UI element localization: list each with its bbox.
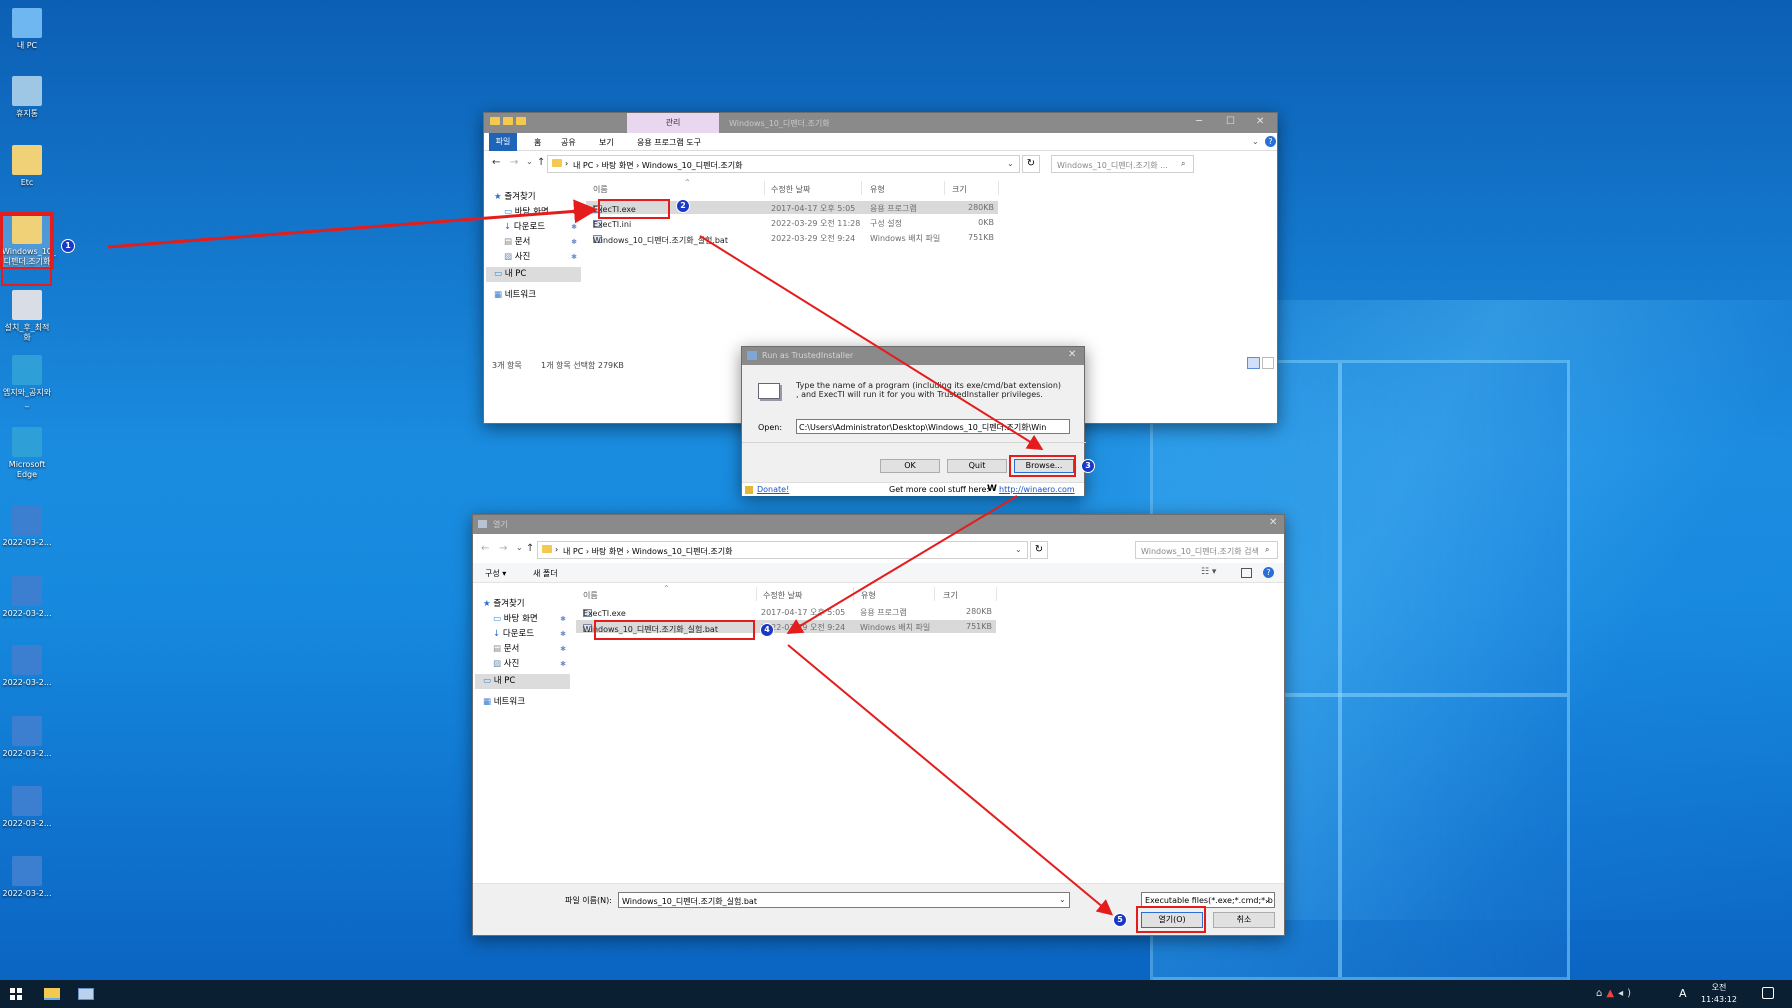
tray-icons: ⌂▲◂) xyxy=(1596,988,1635,999)
arrow-3 xyxy=(786,495,1018,635)
step-badge-5: 5 xyxy=(1113,913,1127,927)
step-badge-2: 2 xyxy=(676,199,690,213)
taskbar: ⌂▲◂) A 오전 11:43:12 2022-03-29 xyxy=(0,980,1792,1008)
clock[interactable]: 오전 11:43:12 2022-03-29 xyxy=(1694,982,1744,1008)
annotation-arrows xyxy=(107,199,1114,916)
arrow-4 xyxy=(787,644,1114,916)
ime-indicator[interactable]: A xyxy=(1679,987,1687,1000)
network-icon[interactable]: ⌂ xyxy=(1596,988,1606,999)
arrow-1 xyxy=(107,199,598,249)
step-badge-4: 4 xyxy=(760,623,774,637)
volume-icon[interactable]: ◂) xyxy=(1618,988,1635,999)
step-badge-3: 3 xyxy=(1081,459,1095,473)
clock-time: 오전 11:43:12 xyxy=(1701,983,1737,1004)
file-explorer-icon[interactable] xyxy=(44,988,60,1000)
arrow-2 xyxy=(699,235,1044,451)
security-icon[interactable]: ▲ xyxy=(1606,988,1618,999)
start-icon[interactable] xyxy=(10,988,22,1000)
step-badge-1: 1 xyxy=(61,239,75,253)
exectI-taskbar-icon[interactable] xyxy=(78,988,94,1000)
notification-icon[interactable] xyxy=(1762,987,1774,999)
